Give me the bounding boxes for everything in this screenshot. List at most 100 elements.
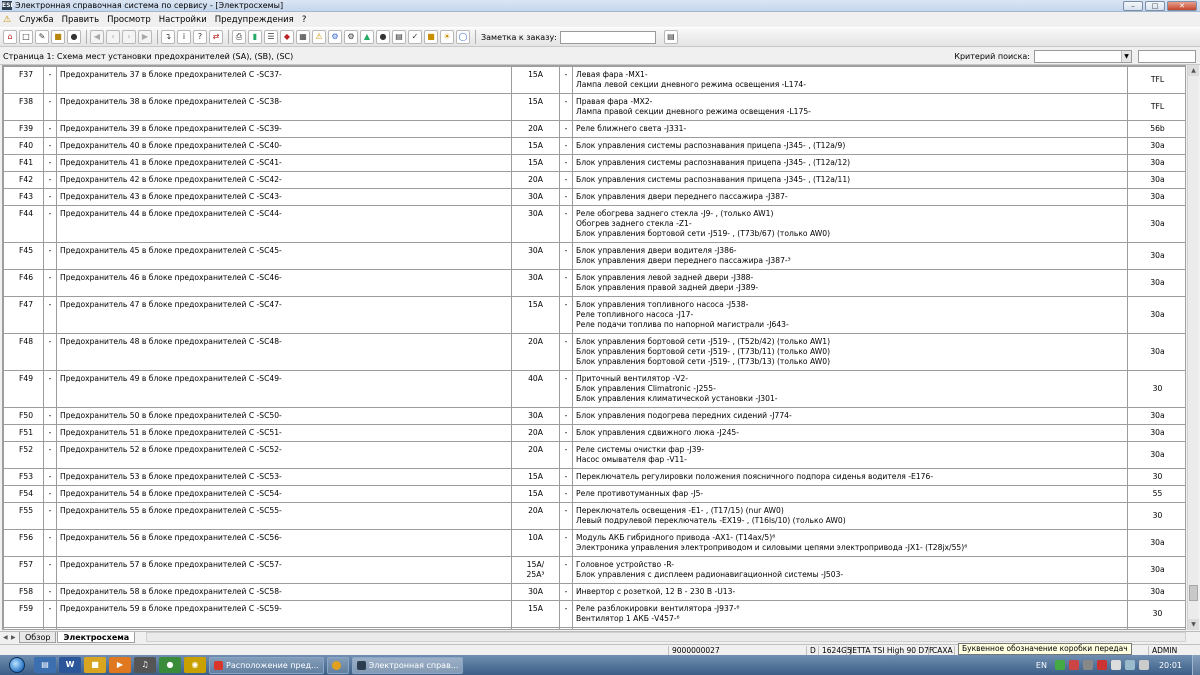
document-icon[interactable]: ▤ <box>392 30 406 44</box>
table-row[interactable]: F43- Предохранитель 43 в блоке предохрани… <box>3 188 1185 206</box>
next-page-icon[interactable]: › <box>122 30 136 44</box>
search-input[interactable] <box>1138 49 1196 63</box>
table-row[interactable]: F55- Предохранитель 55 в блоке предохрани… <box>3 502 1185 530</box>
menu-view[interactable]: Просмотр <box>107 15 151 25</box>
table-row[interactable]: F56- Предохранитель 56 в блоке предохрани… <box>3 529 1185 557</box>
table-row[interactable]: F48- Предохранитель 48 в блоке предохрани… <box>3 333 1185 371</box>
table-row[interactable]: F60-Предохранитель 60 в блоке предохрани… <box>3 627 1185 629</box>
table-row[interactable]: F46- Предохранитель 46 в блоке предохрани… <box>3 269 1185 297</box>
table-row[interactable]: F50- Предохранитель 50 в блоке предохрани… <box>3 407 1185 425</box>
globe-icon[interactable]: ◯ <box>456 30 470 44</box>
car-icon[interactable]: ● <box>67 30 81 44</box>
menu-edit[interactable]: Править <box>62 15 100 25</box>
vertical-scrollbar[interactable]: ▲ ▼ <box>1187 65 1199 630</box>
vehicle-icon[interactable]: ● <box>376 30 390 44</box>
start-button[interactable] <box>0 655 34 675</box>
table-row[interactable]: F45- Предохранитель 45 в блоке предохрани… <box>3 242 1185 270</box>
menu-help[interactable]: ? <box>302 15 307 25</box>
horizontal-scrollbar[interactable] <box>146 632 1186 642</box>
table-row[interactable]: F59- Предохранитель 59 в блоке предохрани… <box>3 600 1185 628</box>
table-row[interactable]: F53- Предохранитель 53 в блоке предохрани… <box>3 468 1185 486</box>
list-icon[interactable]: ☰ <box>264 30 278 44</box>
table-row[interactable]: F39- Предохранитель 39 в блоке предохрани… <box>3 120 1185 138</box>
tray-icon-flag[interactable] <box>1110 660 1121 670</box>
maximize-button[interactable]: □ <box>1145 1 1165 11</box>
table-row[interactable]: F38- Предохранитель 38 в блоке предохрани… <box>3 93 1185 121</box>
last-page-icon[interactable]: ▶ <box>138 30 152 44</box>
table-row[interactable]: F40- Предохранитель 40 в блоке предохрани… <box>3 137 1185 155</box>
scroll-up-icon[interactable]: ▲ <box>1188 65 1199 76</box>
word-icon[interactable]: W <box>59 657 81 673</box>
info-icon[interactable]: i <box>177 30 191 44</box>
table-row[interactable]: F58- Предохранитель 58 в блоке предохрани… <box>3 583 1185 601</box>
separator-dash: - <box>559 66 573 94</box>
media-player-icon[interactable]: ▶ <box>109 657 131 673</box>
swap-icon[interactable]: ⇄ <box>209 30 223 44</box>
tab-overview[interactable]: Обзор <box>19 632 57 643</box>
minimize-button[interactable]: – <box>1123 1 1143 11</box>
tray-icon-shield[interactable] <box>1082 660 1093 670</box>
help-icon[interactable]: ? <box>193 30 207 44</box>
scroll-down-icon[interactable]: ▼ <box>1188 619 1199 630</box>
tray-icon-tools[interactable] <box>1068 660 1079 670</box>
folder-icon[interactable]: ■ <box>51 30 65 44</box>
tray-icon-green[interactable] <box>1054 660 1065 670</box>
first-page-icon[interactable]: ◀ <box>90 30 104 44</box>
jump-icon[interactable]: ↴ <box>161 30 175 44</box>
book-icon[interactable]: ▮ <box>248 30 262 44</box>
explorer-icon[interactable]: ▤ <box>34 657 56 673</box>
search-criteria-select[interactable]: ▼ <box>1034 49 1132 63</box>
fuse-number: F39 <box>3 120 44 138</box>
task-esi[interactable]: Электронная справ... <box>351 656 464 674</box>
table-icon[interactable]: ▦ <box>296 30 310 44</box>
order-note-input[interactable] <box>559 30 656 44</box>
new-document-icon[interactable]: □ <box>19 30 33 44</box>
table-row[interactable]: F57- Предохранитель 57 в блоке предохрани… <box>3 556 1185 584</box>
note-icon[interactable]: ■ <box>424 30 438 44</box>
tab-wiring-diagram[interactable]: Электросхема <box>57 632 136 643</box>
menu-warnings[interactable]: Предупреждения <box>215 15 294 25</box>
network-icon[interactable] <box>1124 660 1135 670</box>
menu-settings[interactable]: Настройки <box>159 15 207 25</box>
caution-icon[interactable]: ⚠ <box>312 30 326 44</box>
bulb-icon[interactable]: ☀ <box>440 30 454 44</box>
checklist-icon[interactable]: ✓ <box>408 30 422 44</box>
winamp-icon[interactable]: ♫ <box>134 657 156 673</box>
edit-icon[interactable]: ✎ <box>35 30 49 44</box>
consumer-list: Реле обогрева заднего стекла -J9- , (тол… <box>572 205 1128 243</box>
home-icon[interactable]: ⌂ <box>3 30 17 44</box>
folder-icon[interactable]: ■ <box>84 657 106 673</box>
prev-page-icon[interactable]: ‹ <box>106 30 120 44</box>
table-row[interactable]: F49- Предохранитель 49 в блоке предохрани… <box>3 370 1185 408</box>
table-row[interactable]: F51- Предохранитель 51 в блоке предохрани… <box>3 424 1185 442</box>
clock[interactable]: 20:01 <box>1159 661 1182 670</box>
tab-next-icon[interactable]: ▶ <box>11 634 19 641</box>
close-button[interactable]: ✕ <box>1167 1 1197 11</box>
print-icon[interactable]: ⎙ <box>232 30 246 44</box>
tray-icon-pdf[interactable] <box>1096 660 1107 670</box>
terminal: 30a <box>1127 242 1185 270</box>
menu-service[interactable]: Служба <box>19 15 54 25</box>
language-indicator[interactable]: EN <box>1036 661 1047 670</box>
diagnostic-icon[interactable]: ◆ <box>280 30 294 44</box>
table-row[interactable]: F37- Предохранитель 37 в блоке предохрани… <box>3 66 1185 94</box>
table-row[interactable]: F54- Предохранитель 54 в блоке предохрани… <box>3 485 1185 503</box>
task-chrome[interactable] <box>326 656 349 674</box>
table-row[interactable]: F47- Предохранитель 47 в блоке предохрани… <box>3 296 1185 334</box>
table-row[interactable]: F42- Предохранитель 42 в блоке предохрани… <box>3 171 1185 189</box>
volume-icon[interactable] <box>1138 660 1149 670</box>
gear-icon[interactable]: ⚙ <box>344 30 358 44</box>
note-edit-icon[interactable]: ▤ <box>663 30 678 44</box>
tools-icon[interactable]: ⚙ <box>328 30 342 44</box>
warning-icon: ⚠ <box>3 15 12 25</box>
app-icon-yellow[interactable]: ◉ <box>184 657 206 673</box>
task-fuse-layout[interactable]: Расположение пред... <box>209 656 324 674</box>
table-row[interactable]: F44- Предохранитель 44 в блоке предохрани… <box>3 205 1185 243</box>
show-desktop-button[interactable] <box>1192 655 1200 675</box>
table-row[interactable]: F41- Предохранитель 41 в блоке предохрани… <box>3 154 1185 172</box>
table-row[interactable]: F52- Предохранитель 52 в блоке предохрани… <box>3 441 1185 469</box>
car-body-icon[interactable]: ▲ <box>360 30 374 44</box>
tab-prev-icon[interactable]: ◀ <box>3 634 11 641</box>
messenger-icon[interactable]: ● <box>159 657 181 673</box>
scroll-thumb[interactable] <box>1189 585 1198 601</box>
